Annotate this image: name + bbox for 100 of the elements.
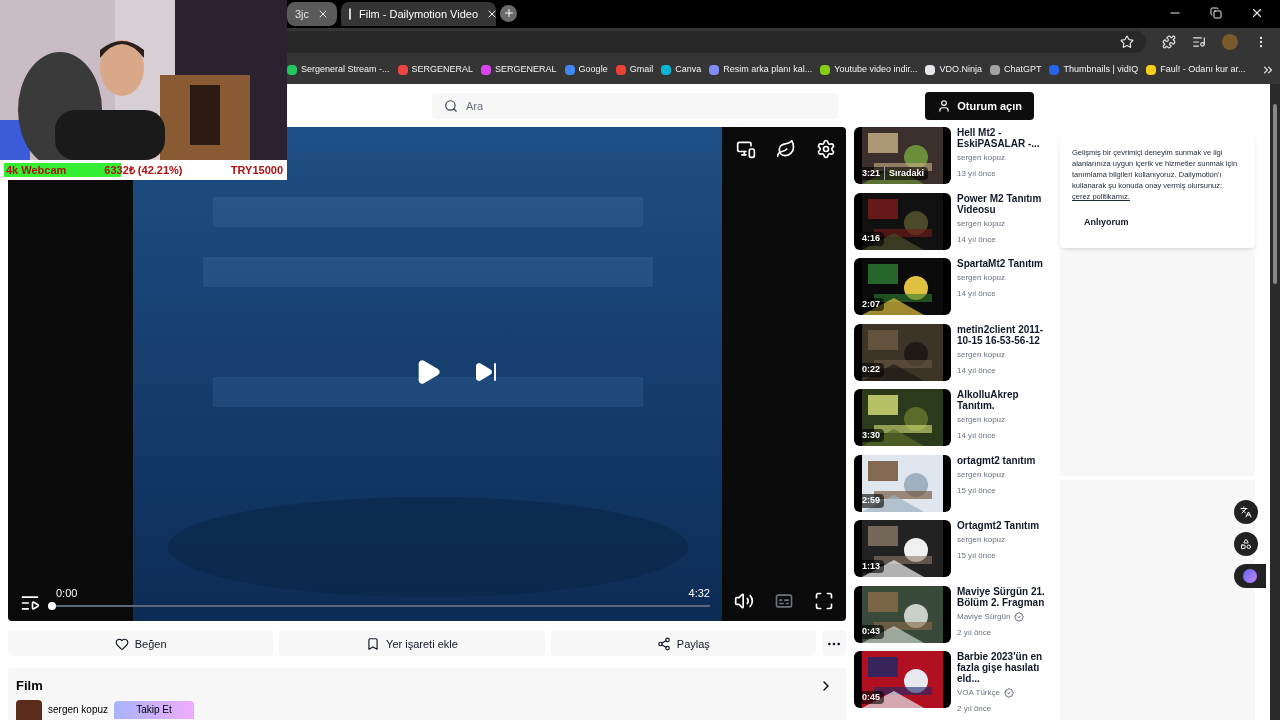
user-icon xyxy=(937,99,952,113)
verified-icon xyxy=(1004,688,1014,699)
restore-icon[interactable] xyxy=(1210,6,1222,19)
bookmark[interactable]: Thumbnails | vidIQ xyxy=(1049,63,1139,77)
duration-label: 0:45 xyxy=(862,691,880,704)
video-age: 14 yıl önce xyxy=(957,234,997,246)
leaf-icon[interactable] xyxy=(776,139,796,160)
video-title: metin2client 2011-10-15 16-53-56-12 xyxy=(957,324,1045,346)
video-age: 13 yıl önce xyxy=(957,168,997,181)
duration-label: 3:30 xyxy=(862,429,880,442)
bookmark-title: SERGENERAL xyxy=(411,63,474,77)
verified-icon xyxy=(1014,612,1025,622)
webcam-label: 4k Webcam xyxy=(6,162,67,178)
duration-label: 0:43 xyxy=(862,625,880,639)
channel-name: sergen kopuz xyxy=(957,414,1006,427)
video-item[interactable]: 2:07 SpartaMt2 Tanıtım sergen kopuz 14 yıl önce xyxy=(854,258,1052,316)
bookmark[interactable]: VDO.Ninja xyxy=(925,63,982,77)
video-title: SpartaMt2 Tanıtım xyxy=(957,258,1043,270)
duration-label: 4:16 xyxy=(862,232,880,246)
browser-tab[interactable]: Film - Dailymotion Video xyxy=(341,1,496,26)
channel-name: sergen kopuz xyxy=(957,469,1006,481)
bookmark-title: Google xyxy=(578,63,608,77)
section-title: Film xyxy=(16,677,43,696)
bookmark[interactable]: ChatGPT xyxy=(989,63,1042,77)
video-age: 14 yıl önce xyxy=(957,365,997,377)
video-age: 14 yıl önce xyxy=(957,430,997,443)
video-item[interactable]: 2:59 ortagmt2 tanıtım sergen kopuz 15 yıl önce xyxy=(854,455,1052,513)
up-next-label: Sıradaki xyxy=(884,167,925,181)
duration-label: 0:22 xyxy=(862,363,880,377)
channel-name: sergen kopuz xyxy=(957,349,1006,361)
duration-label: 3:21 xyxy=(862,167,880,180)
bookmark[interactable]: SERGENERAL xyxy=(481,63,557,77)
duration-label: 1:13 xyxy=(862,560,880,573)
progress-thumb[interactable] xyxy=(48,602,56,611)
star-icon[interactable] xyxy=(1120,34,1134,49)
bookmark[interactable]: SERGENERAL xyxy=(397,63,474,77)
video-title: Barbie 2023'ün en fazla gişe hasılatı eld... xyxy=(957,651,1044,685)
settings-icon[interactable] xyxy=(816,139,836,160)
action-button[interactable]: Paylaş xyxy=(550,631,816,657)
video-age: 15 yıl önce xyxy=(957,485,997,497)
action-button[interactable]: Beğen xyxy=(8,631,274,657)
video-age: 14 yıl önce xyxy=(957,288,997,301)
video-title: Ortagmt2 Tanıtım xyxy=(957,520,1040,532)
video-title: Maviye Sürgün 21. Bölüm 2. Fragman xyxy=(957,586,1046,608)
volume-icon[interactable] xyxy=(734,591,754,612)
media-icon[interactable] xyxy=(1192,34,1206,49)
scrollbar[interactable] xyxy=(1270,84,1280,720)
share-icon xyxy=(656,637,671,651)
new-tab-button[interactable] xyxy=(500,4,517,22)
channel-name: sergen kopuz xyxy=(957,152,1006,165)
bookmark-title: ChatGPT xyxy=(1003,63,1042,77)
extensions-icon[interactable] xyxy=(1162,34,1176,49)
login-button[interactable]: Oturum açın xyxy=(925,92,1034,120)
duration-label: 2:59 xyxy=(862,494,880,508)
video-age: 2 yıl önce xyxy=(957,627,993,639)
channel-name: sergen kopuz xyxy=(957,218,1006,230)
browser-tab[interactable]: 3jc xyxy=(287,1,337,26)
channel-name: sergen kopuz xyxy=(957,272,1006,285)
video-item[interactable]: 4:16 Power M2 Tanıtım Videosu sergen kopuz 14 yıl önce xyxy=(854,193,1052,251)
channel-name: VOA Türkçe xyxy=(957,687,1000,700)
video-title: Hell Mt2 - EskiPASALAR -... xyxy=(957,127,1041,150)
channel-name: Maviye Sürgün xyxy=(957,611,1011,623)
bookmark[interactable]: Google xyxy=(564,63,608,77)
assistant-icon xyxy=(1243,569,1257,584)
bookmark-title: SERGENERAL xyxy=(495,63,557,77)
bookmark-title: Thumbnails | vidIQ xyxy=(1063,63,1139,77)
video-item[interactable]: 0:22 metin2client 2011-10-15 16-53-56-12 sergen kopuz 14 yıl önce xyxy=(854,324,1052,382)
translate-icon xyxy=(1240,506,1252,519)
fullscreen-icon[interactable] xyxy=(814,591,834,612)
channel-name: sergen kopuz xyxy=(957,534,1006,547)
cast-icon[interactable] xyxy=(736,139,756,160)
search-field[interactable]: Ara xyxy=(432,93,838,119)
bookmark-title: VDO.Ninja xyxy=(939,63,982,77)
video-age: 15 yıl önce xyxy=(957,550,997,563)
action-button[interactable]: Yer işareti ekle xyxy=(279,631,545,657)
video-item[interactable]: 3:30 AlkolluAkrep Tanıtım. sergen kopuz 14 yıl önce xyxy=(854,389,1052,447)
video-age: 2 yıl önce xyxy=(957,703,993,716)
video-item[interactable]: 3:21 Sıradaki Hell Mt2 - EskiPASALAR -... sergen kopuz 13 yıl önce xyxy=(854,127,1052,185)
follow-button[interactable]: Takip Et xyxy=(114,701,195,719)
goal-target: TRY15000 xyxy=(230,162,283,178)
shapes-icon xyxy=(1240,538,1252,551)
current-time: 0:00 xyxy=(56,586,78,601)
plus-icon xyxy=(502,7,515,20)
video-item[interactable]: 0:43 Maviye Sürgün 21. Bölüm 2. Fragman Maviye Sürgün 2 yıl önce xyxy=(854,586,1052,644)
video-title: Power M2 Tanıtım Videosu xyxy=(957,193,1043,215)
channel-name[interactable]: sergen kopuz xyxy=(48,702,109,718)
video-title: AlkolluAkrep Tanıtım. xyxy=(957,389,1020,412)
bookmark[interactable]: Gmail xyxy=(615,63,654,77)
bookmark-title: Gmail xyxy=(629,63,654,77)
duration: 4:32 xyxy=(688,586,710,601)
more-button[interactable] xyxy=(822,631,846,657)
search-icon xyxy=(444,99,458,113)
video-item[interactable]: 1:13 Ortagmt2 Tanıtım sergen kopuz 15 yıl önce xyxy=(854,520,1052,578)
video-title: ortagmt2 tanıtım xyxy=(957,455,1036,466)
bookmark-title: Canva xyxy=(675,63,702,77)
bookmark-icon xyxy=(366,637,381,651)
heart-icon xyxy=(114,637,129,651)
duration-label: 2:07 xyxy=(862,298,880,311)
assistant-button[interactable] xyxy=(1234,564,1266,589)
bookmark[interactable]: Canva xyxy=(661,63,702,77)
